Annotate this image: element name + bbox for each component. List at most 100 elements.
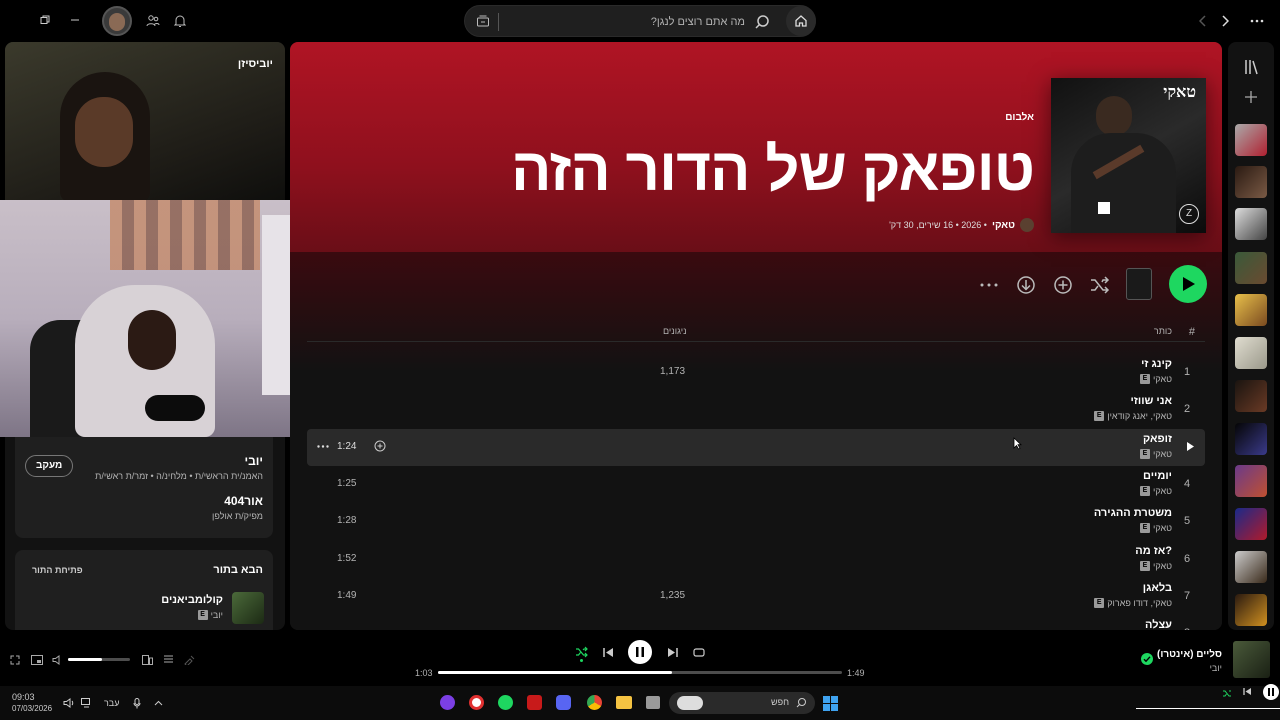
app-icon-purple[interactable] [440, 695, 455, 710]
search-input[interactable] [505, 12, 745, 32]
shuffle-icon[interactable] [1089, 274, 1111, 296]
track-row[interactable]: 5 משטרת ההגירה E טאקי 1:28 [307, 503, 1205, 540]
queue-track-artist[interactable]: יובי [211, 610, 223, 620]
library-item[interactable] [1235, 594, 1267, 626]
track-title[interactable]: משטרת ההגירה [1094, 507, 1172, 519]
app-icon-red[interactable] [527, 695, 542, 710]
lyrics-icon[interactable] [183, 654, 195, 666]
album-preview-thumb[interactable] [1126, 268, 1152, 300]
volume-icon[interactable] [51, 654, 63, 666]
app-icon-record[interactable] [469, 695, 484, 710]
next-icon[interactable] [665, 645, 679, 659]
user-avatar[interactable] [102, 6, 132, 36]
now-playing-artist[interactable]: יובי [1210, 663, 1222, 673]
track-artist[interactable]: טאקי [1153, 486, 1172, 496]
library-item[interactable] [1235, 423, 1267, 455]
volume-slider[interactable] [68, 658, 130, 661]
saved-check-icon[interactable] [1141, 653, 1153, 665]
library-item[interactable] [1235, 337, 1267, 369]
mini-previous-icon[interactable] [1243, 687, 1252, 696]
spotify-icon[interactable] [498, 695, 513, 710]
mini-pause-button[interactable] [1263, 684, 1279, 700]
minimize-icon[interactable] [68, 13, 82, 27]
file-explorer-icon[interactable] [616, 696, 632, 709]
track-artist[interactable]: טאקי [1153, 449, 1172, 459]
taskbar-search[interactable]: חפש [669, 692, 815, 714]
track-title[interactable]: אז מה? [1135, 545, 1172, 557]
browse-icon[interactable] [475, 13, 491, 29]
track-row[interactable]: 8 עצלה [307, 615, 1205, 630]
pause-button[interactable] [628, 640, 652, 664]
album-cover[interactable]: טאקי Z [1051, 78, 1206, 233]
track-title[interactable]: בלאגן [1143, 582, 1172, 594]
track-title[interactable]: אני שווזי [1131, 395, 1172, 407]
chevron-right-icon[interactable] [1218, 13, 1232, 29]
row-add-icon[interactable] [374, 440, 386, 452]
track-title[interactable]: קינג זי [1141, 358, 1172, 370]
repeat-icon[interactable] [692, 645, 706, 659]
home-button[interactable] [786, 6, 816, 36]
track-artist[interactable]: טאקי [1153, 374, 1172, 384]
restore-icon[interactable] [38, 13, 52, 27]
shuffle-active-icon[interactable] [574, 645, 588, 662]
track-row[interactable]: 4 יומיים E טאקי 1:25 [307, 466, 1205, 503]
row-more-icon[interactable] [317, 445, 329, 448]
miniplayer-icon[interactable] [30, 654, 44, 666]
chrome-icon[interactable] [587, 695, 602, 710]
track-artist[interactable]: טאקי [1153, 523, 1172, 533]
artist-name[interactable]: יובי [244, 454, 263, 468]
library-item[interactable] [1235, 124, 1267, 156]
network-icon[interactable] [80, 697, 94, 709]
library-icon[interactable] [1242, 58, 1260, 76]
connect-device-icon[interactable] [141, 654, 153, 666]
chevron-left-icon[interactable] [1196, 13, 1210, 29]
add-to-library-icon[interactable] [1052, 274, 1074, 296]
play-button[interactable] [1169, 265, 1207, 303]
download-icon[interactable] [1015, 274, 1037, 296]
friends-icon[interactable] [145, 13, 161, 29]
discord-icon[interactable] [556, 695, 571, 710]
library-item[interactable] [1235, 166, 1267, 198]
track-title[interactable]: זופאק [1143, 433, 1172, 445]
track-title[interactable]: עצלה [1145, 619, 1172, 630]
track-title[interactable]: יומיים [1143, 470, 1172, 482]
search-bar[interactable]: input::placeholder{color:#b3b3b3} [464, 5, 816, 37]
queue-icon[interactable] [162, 654, 174, 666]
clock-date[interactable]: 07/03/2026 [12, 704, 52, 713]
now-playing-cover[interactable] [1233, 641, 1270, 678]
track-artist[interactable]: טאקי, דודו פארוק [1107, 598, 1172, 608]
artist-avatar[interactable] [1020, 218, 1034, 232]
library-item[interactable] [1235, 551, 1267, 583]
create-icon[interactable] [1242, 88, 1260, 106]
bell-icon[interactable] [172, 13, 188, 29]
track-row-hovered[interactable]: זופאק E טאקי 1:24 [307, 429, 1205, 466]
more-icon[interactable] [1248, 13, 1266, 29]
library-item[interactable] [1235, 208, 1267, 240]
input-language[interactable]: עבר [104, 698, 119, 708]
follow-button[interactable]: מעקב [25, 455, 74, 477]
progress-bar[interactable] [438, 671, 842, 674]
album-artist[interactable]: טאקי [992, 220, 1015, 231]
library-item[interactable] [1235, 465, 1267, 497]
row-play-icon[interactable] [1186, 441, 1195, 452]
previous-icon[interactable] [601, 645, 615, 659]
search-icon[interactable] [753, 13, 771, 31]
mic-icon[interactable] [131, 697, 143, 709]
track-row[interactable]: 2 אני שווזי E טאקי, יאנג קודאין [307, 391, 1205, 428]
more-options-icon[interactable] [978, 274, 1000, 296]
task-view-icon[interactable] [646, 696, 660, 709]
queue-track-cover[interactable] [232, 592, 264, 624]
clock-time[interactable]: 09:03 [12, 692, 35, 702]
library-item[interactable] [1235, 380, 1267, 412]
fullscreen-icon[interactable] [9, 654, 21, 666]
library-item[interactable] [1235, 294, 1267, 326]
now-playing-track[interactable]: סליים (אינטרו) [1157, 649, 1222, 660]
mini-shuffle-icon[interactable] [1222, 689, 1232, 698]
queue-track-title[interactable]: קולומביאנים [161, 594, 223, 606]
track-row[interactable]: 1 קינג זי E טאקי 1,173 [307, 354, 1205, 391]
library-item[interactable] [1235, 508, 1267, 540]
library-item[interactable] [1235, 252, 1267, 284]
track-row[interactable]: 7 בלאגן E טאקי, דודו פארוק 1,235 1:49 [307, 578, 1205, 615]
speaker-icon[interactable] [62, 697, 76, 709]
track-row[interactable]: 6 אז מה? E טאקי 1:52 [307, 541, 1205, 578]
